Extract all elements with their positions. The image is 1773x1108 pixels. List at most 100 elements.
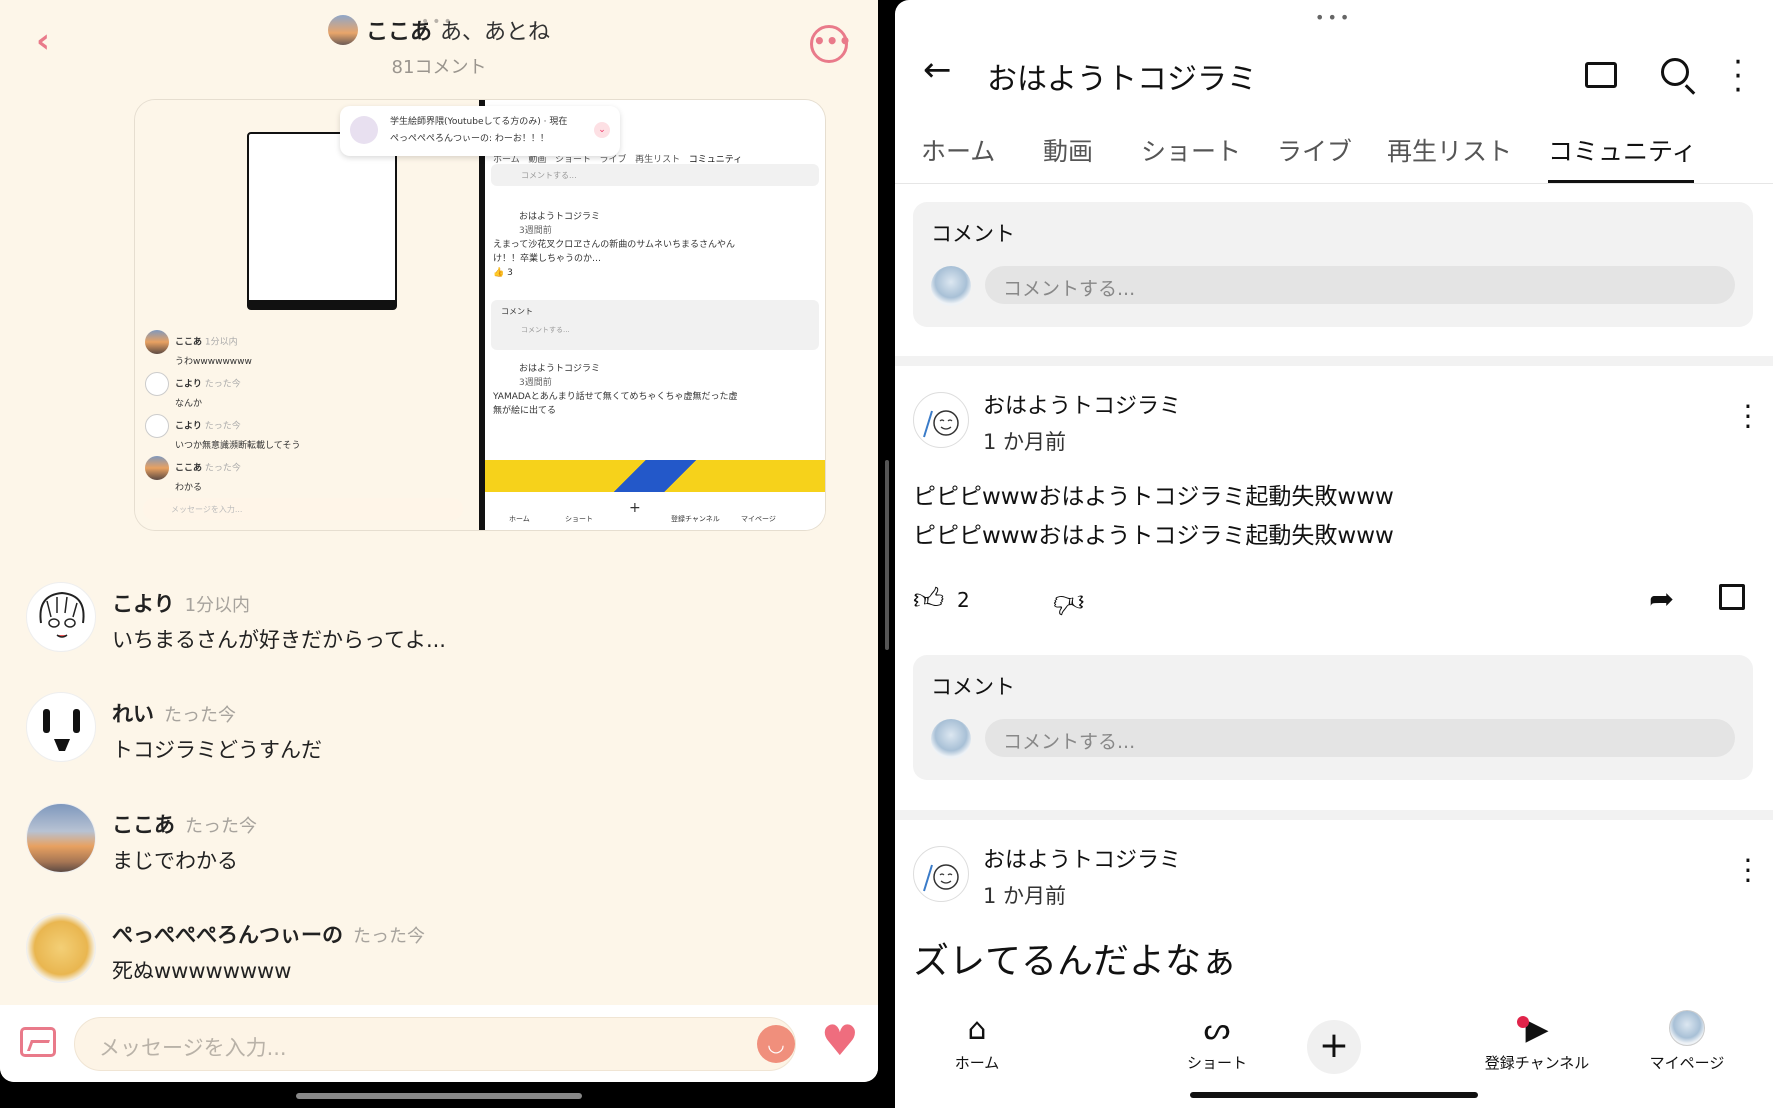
comment-input[interactable]: コメントする... <box>985 266 1735 304</box>
image-attach-icon[interactable] <box>20 1027 56 1057</box>
chat-message[interactable]: ぺっぺぺぺろんつぃーの たった今 死ぬwwwwwwww <box>26 913 846 993</box>
divider <box>895 810 1773 820</box>
chat-message[interactable]: れい たった今 トコジラミどうすんだ <box>26 692 846 772</box>
shorts-icon: ᔕ <box>1203 1012 1231 1047</box>
home-indicator[interactable] <box>1190 1092 1478 1098</box>
emoji-icon[interactable]: ◡ <box>757 1025 795 1063</box>
preview-youtube-pane: ホーム 動画 ショート ライブ 再生リスト コミュニティ コメントする... お… <box>485 100 825 530</box>
post-actions: 👍︎ 2 👍︎ ➦ <box>913 582 1753 622</box>
more-vert-icon[interactable]: · · · <box>1733 48 1743 106</box>
post-body: ピピピwwwおはようトコジラミ起動失敗www ピピピwwwおはようトコジラミ起動… <box>913 478 1394 556</box>
preview-comment-box-2: コメント コメントする... <box>491 300 819 350</box>
preview-banner <box>485 460 825 492</box>
chat-header: ここあ あ、あとね 81コメント <box>0 14 878 79</box>
message-text: まじでわかる <box>112 849 238 873</box>
nav-home[interactable]: ⌂ ホーム <box>917 1010 1037 1073</box>
post-line: ピピピwwwおはようトコジラミ起動失敗www <box>913 484 1394 510</box>
comments-icon[interactable] <box>1719 584 1745 610</box>
header-avatar <box>327 15 358 45</box>
post-header: おはようトコジラミ 1 か月前 · · · <box>913 388 1753 458</box>
preview-message: こより たった今 いつか無意識瀕断転載してそう <box>145 414 300 451</box>
notification-badge <box>1517 1016 1529 1028</box>
post-menu-icon[interactable]: · · · <box>1743 393 1753 441</box>
preview-input: メッセージを入力... <box>143 498 463 520</box>
channel-avatar[interactable] <box>913 392 969 448</box>
tab-playlists[interactable]: 再生リスト <box>1387 132 1512 168</box>
community-comment-box: コメント コメントする... <box>913 202 1753 327</box>
active-tab-indicator <box>1548 180 1694 183</box>
divider <box>895 356 1773 366</box>
post-time: 1 か月前 <box>983 430 1067 454</box>
user-avatar <box>931 719 971 759</box>
nav-shorts[interactable]: ᔕ ショート <box>1157 1010 1277 1073</box>
home-indicator[interactable] <box>296 1093 582 1099</box>
split-screen: ••• ‹ ここあ あ、あとね 81コメント ••• ここあ 1分以内 うわwww… <box>0 0 1773 1108</box>
avatar-pepperoncino[interactable] <box>26 913 96 983</box>
chat-message[interactable]: ここあ たった今 まじでわかる <box>26 803 846 883</box>
bottom-navigation: ⌂ ホーム ᔕ ショート + ▶ 登録チャンネル マイページ <box>895 1000 1773 1108</box>
preview-message: ここあ たった今 わかる <box>145 456 241 493</box>
like-icon[interactable]: 👍︎ <box>913 582 944 618</box>
more-options-icon[interactable]: ••• <box>810 25 851 63</box>
avatar-koyori[interactable] <box>26 582 96 652</box>
multitask-handle[interactable]: ••• <box>1315 8 1352 27</box>
message-text: いちまるさんが好きだからってよ... <box>112 628 446 652</box>
post-time: 1 か月前 <box>983 884 1067 908</box>
tab-live[interactable]: ライブ <box>1277 132 1352 168</box>
subscriptions-icon: ▶ <box>1525 1012 1549 1047</box>
nav-mypage[interactable]: マイページ <box>1627 1010 1747 1073</box>
post-line: ズレてるんだよなぁ <box>913 941 1238 982</box>
channel-tabs: ホーム 動画 ショート ライブ 再生リスト コミュニティ <box>895 128 1773 184</box>
back-arrow-icon[interactable]: ← <box>923 50 952 90</box>
chat-subtitle: あ、あとね <box>440 20 551 45</box>
search-icon[interactable] <box>1661 58 1689 86</box>
message-time: たった今 <box>353 926 425 947</box>
tab-community[interactable]: コミュニティ <box>1548 132 1697 168</box>
message-text: 死ぬwwwwwwww <box>112 959 292 983</box>
comment-label: コメント <box>931 222 1015 246</box>
message-time: たった今 <box>164 705 236 726</box>
preview-yt-nav: ホーム ショート + 登録チャンネル マイページ <box>485 492 825 530</box>
home-icon: ⌂ <box>967 1012 987 1047</box>
preview-yt-post: おはようトコジラミ 3週間前 YAMADAとあんまり話せて無くてめちゃくちゃ虚無… <box>493 364 738 416</box>
comment-input[interactable]: コメントする... <box>985 719 1735 757</box>
post-author[interactable]: おはようトコジラミ <box>983 842 1181 874</box>
yt-top-bar: ← おはようトコジラミ · · · <box>895 40 1773 110</box>
chat-pane: ••• ‹ ここあ あ、あとね 81コメント ••• ここあ 1分以内 うわwww… <box>0 0 878 1082</box>
create-plus-button[interactable]: + <box>1307 1020 1361 1074</box>
post-menu-icon[interactable]: · · · <box>1743 847 1753 895</box>
channel-avatar[interactable] <box>913 846 969 902</box>
message-input[interactable]: メッセージを入力... <box>74 1017 796 1071</box>
youtube-pane: ••• ← おはようトコジラミ · · · ホーム 動画 ショート ライブ 再生リス… <box>895 0 1773 1108</box>
dislike-icon[interactable]: 👍︎ <box>1053 584 1084 620</box>
nav-subscriptions[interactable]: ▶ 登録チャンネル <box>1477 1010 1597 1073</box>
preview-inner-phone <box>247 132 397 310</box>
chat-message[interactable]: こより 1分以内 いちまるさんが好きだからってよ... <box>26 582 846 662</box>
split-view-handle[interactable] <box>885 460 889 650</box>
heart-icon[interactable]: ♥ <box>818 1020 862 1062</box>
tab-shorts[interactable]: ショート <box>1141 132 1241 168</box>
preview-comment-box: コメントする... <box>491 164 819 186</box>
share-icon[interactable]: ➦ <box>1649 582 1674 617</box>
shared-screenshot[interactable]: ここあ 1分以内 うわwwwwwwww こより たった今 なんか こより たった今い… <box>135 100 825 530</box>
chat-sender-name: ここあ <box>365 20 432 45</box>
avatar-kokoa[interactable] <box>26 803 96 873</box>
post-comment-box: コメント コメントする... <box>913 655 1753 780</box>
comment-count[interactable]: 81コメント <box>0 53 878 79</box>
message-time: たった今 <box>185 816 257 837</box>
post-body: ズレてるんだよなぁ <box>913 940 1237 984</box>
post-author[interactable]: おはようトコジラミ <box>983 388 1181 420</box>
post-header: おはようトコジラミ 1 か月前 · · · <box>913 842 1753 912</box>
preview-notification: 学生絵師界隈(Youtubeしてる方のみ) · 現在 ぺっぺぺぺろんつぃーの: … <box>340 106 620 156</box>
message-author: れい <box>112 702 154 726</box>
preview-message: こより たった今 なんか <box>145 372 241 409</box>
like-count: 2 <box>957 588 970 612</box>
tab-home[interactable]: ホーム <box>921 132 995 168</box>
tab-videos[interactable]: 動画 <box>1043 132 1093 168</box>
profile-avatar <box>1669 1010 1705 1046</box>
avatar-rei[interactable] <box>26 692 96 762</box>
message-input-bar: メッセージを入力... ◡ ♥ <box>0 1005 878 1082</box>
cast-icon[interactable] <box>1585 62 1617 88</box>
preview-message: ここあ 1分以内 うわwwwwwwww <box>145 330 252 367</box>
message-author: ここあ <box>112 813 175 837</box>
